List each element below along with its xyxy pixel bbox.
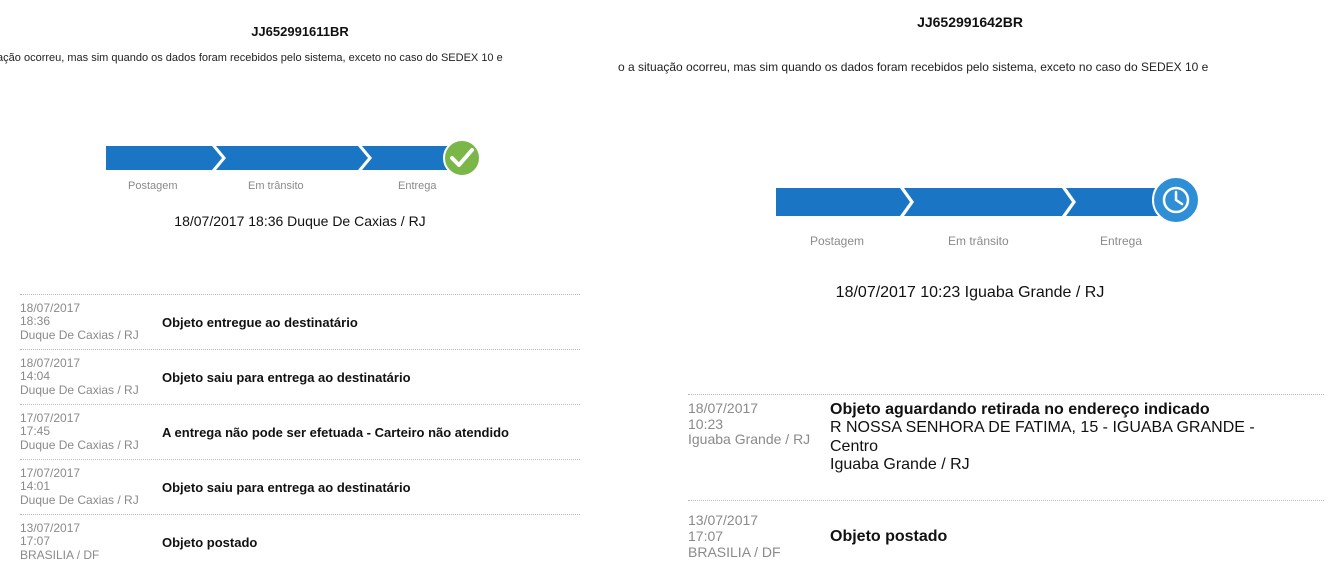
event-list: 18/07/2017 10:23 Iguaba Grande / RJ Obje… [688, 394, 1324, 570]
event-place: Duque De Caxias / RJ [20, 437, 139, 452]
step-label-em-transito: Em trânsito [948, 234, 1009, 248]
event-place: Duque De Caxias / RJ [20, 492, 139, 507]
event-title: Objeto postado [830, 527, 948, 545]
notice-text: ıação ocorreu, mas sim quando os dados f… [0, 52, 503, 64]
event-time: 18:36 [20, 314, 51, 329]
step-arrow-postagem [776, 188, 910, 216]
event-title: A entrega não pode ser efetuada - Cartei… [162, 424, 509, 440]
event-time: 14:01 [20, 479, 51, 494]
event-city: Iguaba Grande / RJ [830, 456, 970, 474]
event-date: 13/07/2017 [688, 512, 759, 529]
tracking-panel-right: JJ652991642BR o a situação ocorreu, mas … [612, 0, 1328, 570]
event-date: 18/07/2017 [20, 300, 81, 315]
step-label-entrega: Entrega [1100, 234, 1143, 248]
check-icon [443, 139, 481, 177]
tracking-code: JJ652991611BR [251, 24, 349, 39]
event-meta: 17/07/2017 14:01 Duque De Caxias / RJ [20, 465, 162, 507]
event-date: 17/07/2017 [20, 465, 81, 480]
event-place: Duque De Caxias / RJ [20, 382, 139, 397]
event-time: 17:45 [20, 424, 51, 439]
event-place: Iguaba Grande / RJ [688, 431, 811, 448]
event-row: 13/07/2017 17:07 BRASILIA / DF Objeto po… [688, 501, 1324, 570]
event-date: 13/07/2017 [20, 520, 81, 535]
event-meta: 18/07/2017 14:04 Duque De Caxias / RJ [20, 355, 162, 397]
event-place: Duque De Caxias / RJ [20, 327, 139, 342]
step-label-postagem: Postagem [810, 234, 865, 248]
event-meta: 13/07/2017 17:07 BRASILIA / DF [688, 513, 830, 560]
step-arrow-em-transito [216, 146, 368, 170]
step-label-entrega: Entrega [398, 180, 437, 192]
step-arrow-postagem [106, 146, 222, 170]
tracking-panel-left: JJ652991611BR ıação ocorreu, mas sim qua… [0, 0, 600, 570]
event-time: 17:07 [20, 534, 51, 549]
event-title: Objeto postado [162, 534, 258, 550]
event-time: 17:07 [688, 528, 724, 545]
event-list: 18/07/2017 18:36 Duque De Caxias / RJ Ob… [20, 294, 580, 569]
progress-tracker: Postagem Em trânsito Entrega [776, 176, 1216, 266]
event-date: 18/07/2017 [688, 400, 759, 416]
event-title: Objeto aguardando retirada no endereço i… [830, 401, 1210, 418]
step-arrow-entrega [362, 146, 450, 170]
progress-bar [776, 176, 1200, 224]
clock-icon [1152, 176, 1200, 224]
event-row: 18/07/2017 10:23 Iguaba Grande / RJ Obje… [688, 395, 1324, 501]
event-neighborhood: Centro [830, 437, 879, 455]
event-title: Objeto saiu para entrega ao destinatário [162, 369, 411, 385]
step-arrow-em-transito [904, 188, 1072, 216]
event-meta: 17/07/2017 17:45 Duque De Caxias / RJ [20, 410, 162, 452]
step-arrow-entrega [1066, 188, 1166, 216]
event-title: Objeto entregue ao destinatário [162, 314, 358, 330]
event-time: 14:04 [20, 369, 51, 384]
event-date: 17/07/2017 [20, 410, 81, 425]
event-row: 17/07/2017 14:01 Duque De Caxias / RJ Ob… [20, 460, 580, 515]
event-meta: 18/07/2017 10:23 Iguaba Grande / RJ [688, 400, 830, 448]
status-line: 18/07/2017 18:36 Duque De Caxias / RJ [174, 213, 426, 229]
step-label-postagem: Postagem [128, 180, 178, 192]
step-label-em-transito: Em trânsito [248, 180, 304, 192]
event-meta: 13/07/2017 17:07 BRASILIA / DF [20, 520, 162, 562]
event-title: Objeto saiu para entrega ao destinatário [162, 479, 411, 495]
event-time: 10:23 [688, 415, 724, 432]
notice-text: o a situação ocorreu, mas sim quando os … [618, 60, 1209, 74]
event-place: BRASILIA / DF [688, 543, 781, 560]
status-line: 18/07/2017 10:23 Iguaba Grande / RJ [835, 284, 1105, 301]
event-row: 18/07/2017 14:04 Duque De Caxias / RJ Ob… [20, 350, 580, 405]
event-place: BRASILIA / DF [20, 547, 100, 562]
event-address: R NOSSA SENHORA DE FATIMA, 15 - IGUABA G… [830, 419, 1255, 437]
event-row: 18/07/2017 18:36 Duque De Caxias / RJ Ob… [20, 295, 580, 350]
event-row: 13/07/2017 17:07 BRASILIA / DF Objeto po… [20, 515, 580, 569]
event-date: 18/07/2017 [20, 355, 81, 370]
event-meta: 18/07/2017 18:36 Duque De Caxias / RJ [20, 300, 162, 342]
event-row: 17/07/2017 17:45 Duque De Caxias / RJ A … [20, 405, 580, 460]
tracking-code: JJ652991642BR [917, 14, 1023, 30]
progress-bar [106, 139, 481, 177]
